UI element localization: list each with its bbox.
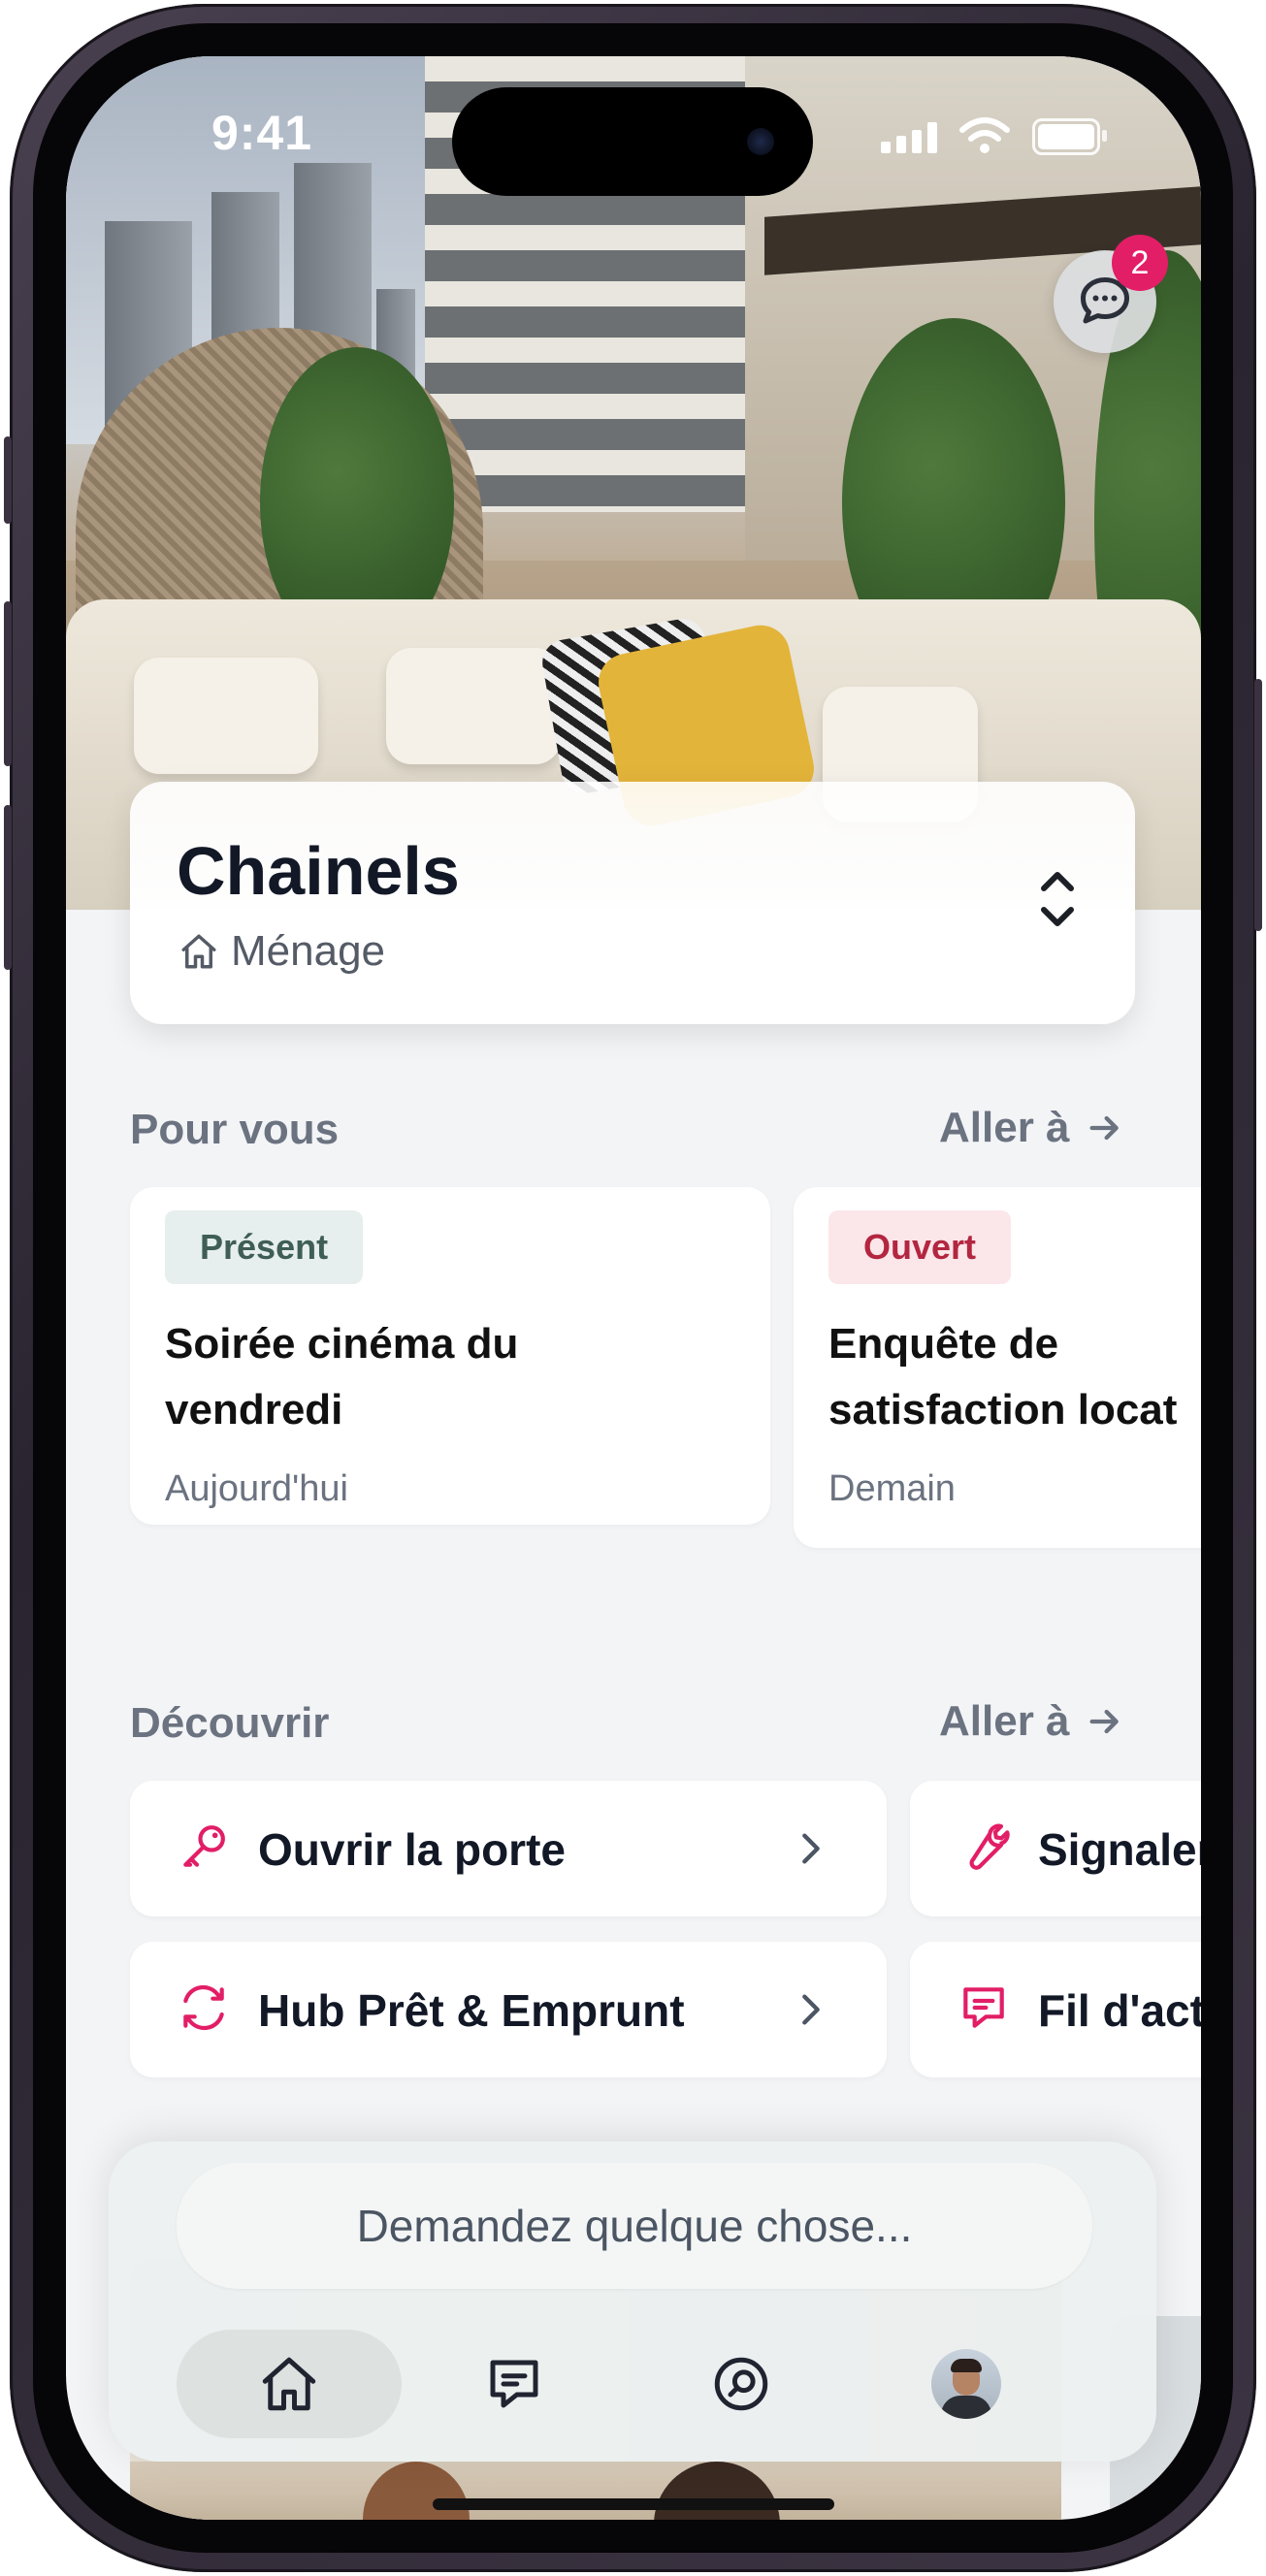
card-date: Aujourd'hui	[165, 1468, 348, 1509]
home-icon	[181, 934, 216, 969]
tab-messages[interactable]	[402, 2330, 627, 2438]
status-badge: Présent	[165, 1210, 364, 1284]
for-you-title: Pour vous	[130, 1106, 340, 1153]
goto-label: Aller à	[939, 1104, 1070, 1151]
tab-home[interactable]	[177, 2330, 402, 2438]
for-you-card[interactable]: Ouvert Enquête de satisfaction locat Dem…	[794, 1187, 1201, 1548]
tab-search[interactable]	[629, 2330, 854, 2438]
discover-item-report[interactable]: Signaler	[910, 1781, 1201, 1916]
arrow-right-icon	[1089, 1115, 1119, 1141]
card-title: Soirée cinéma du vendredi	[165, 1320, 519, 1433]
building-category: Ménage	[179, 927, 385, 976]
discover-item-lending-hub[interactable]: Hub Prêt & Emprunt	[130, 1942, 887, 2077]
home-icon	[262, 2357, 316, 2411]
tab-profile[interactable]	[854, 2330, 1079, 2438]
discover-item-label: Hub Prêt & Emprunt	[258, 1985, 685, 2036]
discover-goto-link[interactable]: Aller à	[939, 1697, 1124, 1746]
discover-item-label: Signaler	[1038, 1824, 1201, 1875]
discover-item-activity-feed[interactable]: Fil d'act	[910, 1942, 1201, 2077]
building-category-label: Ménage	[231, 927, 386, 975]
messages-icon	[490, 2360, 538, 2408]
volume-up-button	[4, 601, 12, 766]
ask-input[interactable]	[177, 2163, 1092, 2289]
discover-title: Découvrir	[130, 1699, 330, 1747]
chevron-right-icon	[802, 1833, 820, 1864]
chevron-right-icon	[802, 1994, 820, 2025]
discover-item-open-door[interactable]: Ouvrir la porte	[130, 1781, 887, 1916]
wifi-icon	[959, 117, 1010, 153]
card-title: Enquête de satisfaction locat	[828, 1320, 1178, 1433]
message-square-icon	[963, 1987, 1004, 2028]
search-icon	[714, 2357, 768, 2411]
action-button	[4, 436, 12, 524]
dynamic-island	[452, 87, 813, 196]
discover-item-label: Ouvrir la porte	[258, 1824, 566, 1875]
avatar	[931, 2349, 1001, 2419]
power-button	[1254, 679, 1262, 931]
card-date: Demain	[828, 1468, 956, 1509]
for-you-card[interactable]: Présent Soirée cinéma du vendredi Aujour…	[130, 1187, 770, 1525]
arrow-right-icon	[1089, 1709, 1119, 1734]
bottom-dock	[109, 2141, 1156, 2462]
discover-item-label: Fil d'act	[1038, 1985, 1201, 2036]
building-switcher-card[interactable]: Chainels Ménage	[130, 782, 1135, 1024]
app-screen: 9:41 2 Chainels Ménage Pour vous Aller à…	[66, 56, 1201, 2520]
wrench-icon	[969, 1823, 1010, 1870]
battery-icon	[1032, 118, 1107, 155]
volume-down-button	[4, 805, 12, 970]
home-indicator	[433, 2498, 834, 2510]
notification-badge: 2	[1112, 235, 1168, 291]
key-icon	[183, 1825, 225, 1867]
refresh-icon	[183, 1984, 224, 2031]
chevron-up-down-icon[interactable]	[1036, 865, 1079, 933]
building-name: Chainels	[177, 833, 460, 909]
status-time: 9:41	[211, 106, 313, 160]
status-badge: Ouvert	[828, 1210, 1012, 1284]
for-you-goto-link[interactable]: Aller à	[939, 1104, 1124, 1152]
status-bar: 9:41	[66, 56, 1201, 211]
goto-label: Aller à	[939, 1697, 1070, 1745]
